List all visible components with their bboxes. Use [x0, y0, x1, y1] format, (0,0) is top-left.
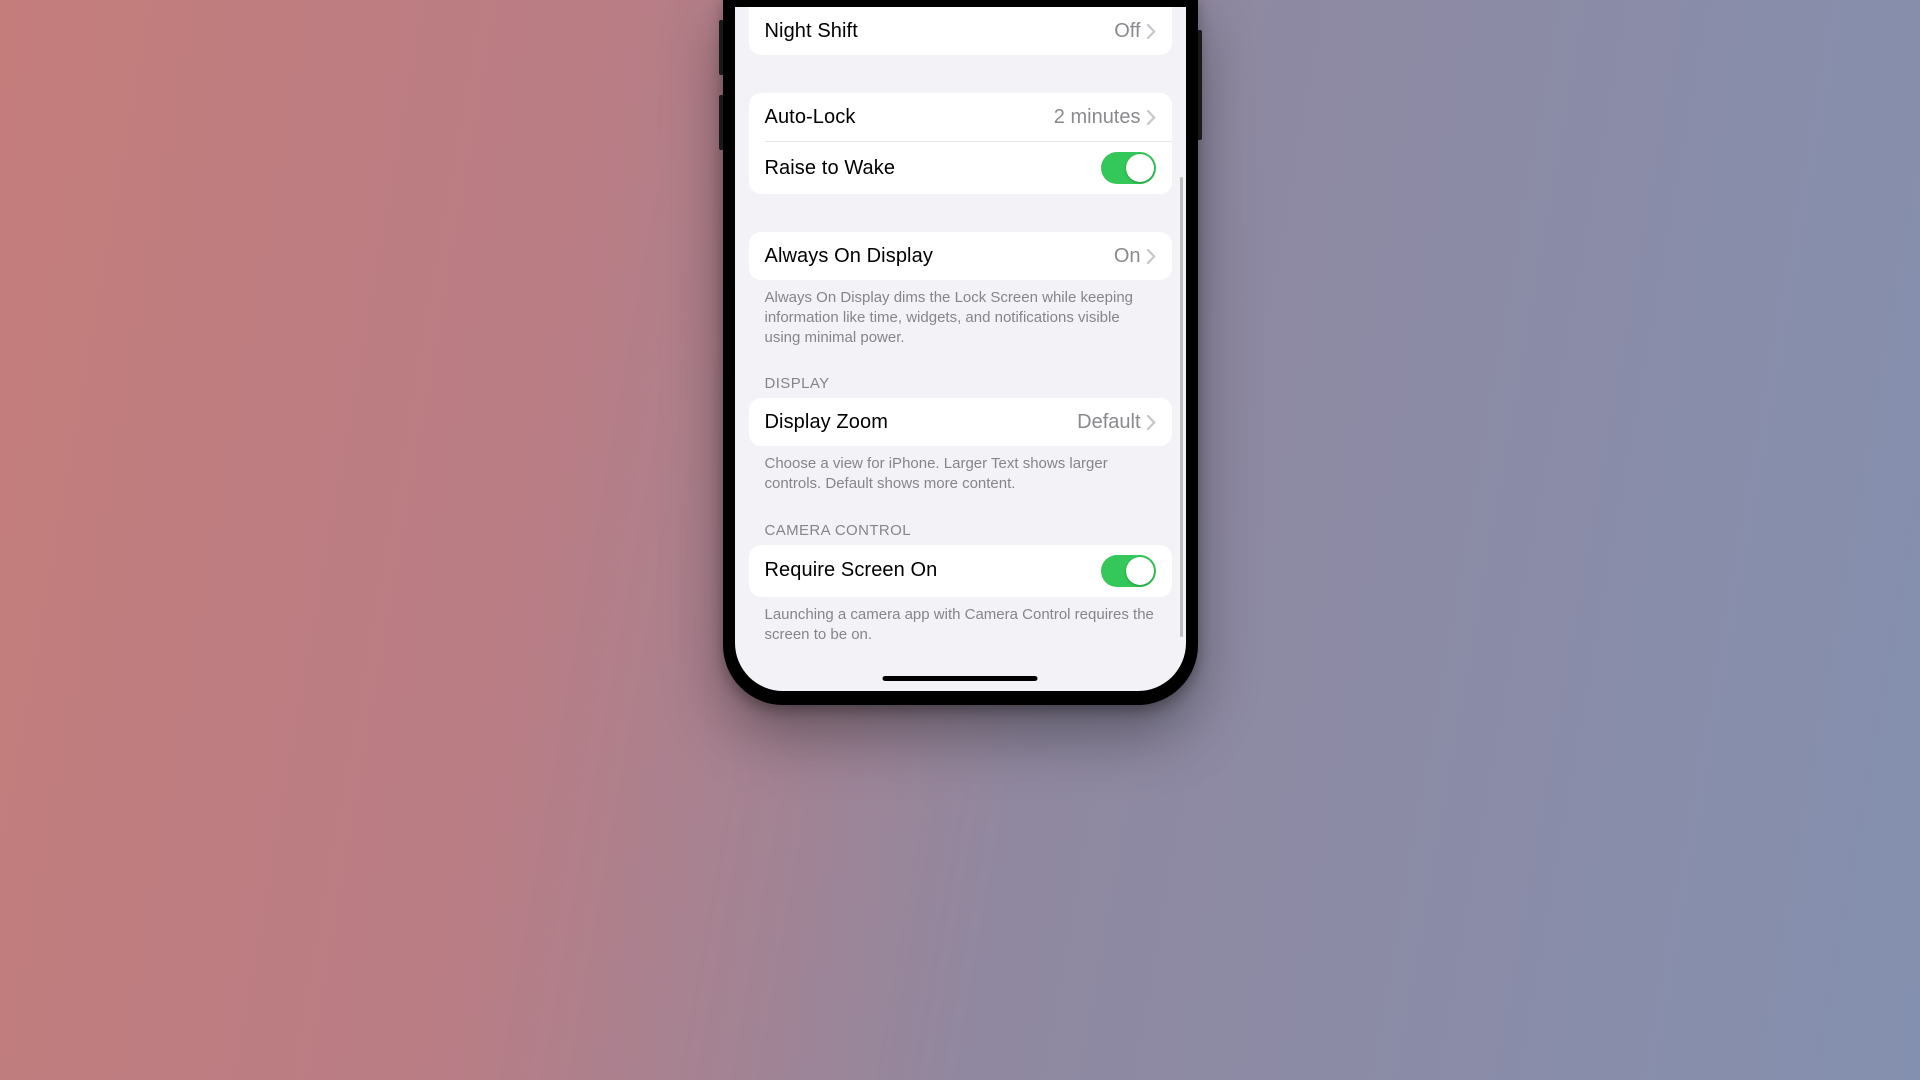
- row-value: 2 minutes: [1054, 106, 1141, 129]
- row-label: Require Screen On: [765, 559, 938, 582]
- row-night-shift[interactable]: Night Shift Off: [749, 7, 1172, 55]
- settings-group: Night Shift Off: [749, 7, 1172, 55]
- row-always-on-display[interactable]: Always On Display On: [749, 232, 1172, 280]
- row-value: On: [1114, 245, 1141, 268]
- row-value: Default: [1077, 411, 1140, 434]
- row-label: Raise to Wake: [765, 157, 896, 180]
- toggle-raise-to-wake[interactable]: [1101, 152, 1156, 184]
- settings-group: Always On Display On: [749, 232, 1172, 280]
- row-label: Display Zoom: [765, 411, 888, 434]
- home-indicator[interactable]: [883, 676, 1038, 681]
- scrollbar-thumb[interactable]: [1180, 177, 1183, 637]
- volume-down-button: [719, 95, 723, 150]
- group-footer: Launching a camera app with Camera Contr…: [765, 605, 1156, 645]
- phone-screen: Night Shift Off Auto-Lock 2 minutes: [735, 7, 1186, 691]
- group-header: DISPLAY: [765, 375, 1156, 392]
- row-value: Off: [1114, 20, 1140, 43]
- chevron-right-icon: [1147, 110, 1156, 125]
- group-footer: Choose a view for iPhone. Larger Text sh…: [765, 454, 1156, 494]
- chevron-right-icon: [1147, 249, 1156, 264]
- row-label: Auto-Lock: [765, 106, 856, 129]
- row-label: Night Shift: [765, 20, 858, 43]
- row-label: Always On Display: [765, 245, 933, 268]
- row-display-zoom[interactable]: Display Zoom Default: [749, 398, 1172, 446]
- settings-group: Auto-Lock 2 minutes Raise to Wake: [749, 93, 1172, 194]
- settings-group: Require Screen On: [749, 545, 1172, 597]
- settings-group: Display Zoom Default: [749, 398, 1172, 446]
- toggle-require-screen-on[interactable]: [1101, 555, 1156, 587]
- row-auto-lock[interactable]: Auto-Lock 2 minutes: [749, 93, 1172, 141]
- row-raise-to-wake[interactable]: Raise to Wake: [765, 141, 1172, 194]
- side-power-button: [1198, 30, 1202, 140]
- phone-device-frame: Night Shift Off Auto-Lock 2 minutes: [723, 0, 1198, 705]
- volume-up-button: [719, 20, 723, 75]
- chevron-right-icon: [1147, 24, 1156, 39]
- group-footer: Always On Display dims the Lock Screen w…: [765, 288, 1156, 347]
- row-require-screen-on[interactable]: Require Screen On: [749, 545, 1172, 597]
- chevron-right-icon: [1147, 415, 1156, 430]
- settings-scroll-view[interactable]: Night Shift Off Auto-Lock 2 minutes: [735, 7, 1186, 691]
- group-header: CAMERA CONTROL: [765, 522, 1156, 539]
